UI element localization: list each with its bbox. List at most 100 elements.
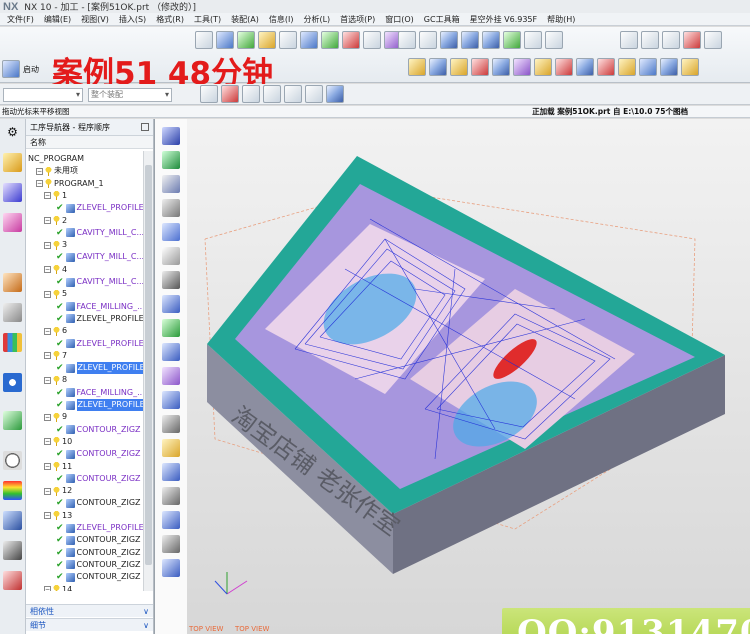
gear-icon[interactable]: ⚙ (3, 123, 22, 142)
menu-preferences[interactable]: 首选项(P) (335, 14, 380, 25)
line-icon[interactable] (620, 31, 638, 49)
wire-cube-icon[interactable] (461, 31, 479, 49)
feature-icon-3[interactable] (450, 58, 468, 76)
operation-row[interactable]: ✔ CAVITY_MILL_C... (56, 276, 144, 288)
menu-window[interactable]: 窗口(O) (380, 14, 419, 25)
menu-analysis[interactable]: 分析(L) (298, 14, 335, 25)
operation-row[interactable]: ✔ CONTOUR_ZIGZ (56, 559, 141, 571)
history-icon[interactable] (3, 411, 22, 430)
navigator-scrollbar[interactable] (143, 151, 153, 591)
expand-toggle-icon[interactable]: − (44, 266, 51, 274)
program-group-row[interactable]: −8 (44, 374, 67, 386)
sphere-icon[interactable] (503, 31, 521, 49)
operation-row[interactable]: ✔ ZLEVEL_PROFILE (56, 313, 144, 325)
dependencies-section[interactable]: 相依性 ∨ (26, 604, 153, 617)
create-tool-icon[interactable] (216, 31, 234, 49)
expand-toggle-icon[interactable]: − (44, 463, 51, 470)
create-program-icon[interactable] (195, 31, 213, 49)
expand-toggle-icon[interactable]: − (44, 290, 51, 298)
expand-toggle-icon[interactable]: − (44, 217, 51, 224)
snap-icon-7[interactable] (326, 85, 344, 103)
operation-row[interactable]: ✔ ZLEVEL_PROFILE (56, 399, 144, 411)
graphics-viewport[interactable]: 淘宝店铺 老张作室 QQ:913147075 TOP VIEW TOP VIEW (154, 119, 750, 634)
layer-icon[interactable] (545, 31, 563, 49)
create-method-icon[interactable] (258, 31, 276, 49)
clock-icon[interactable] (3, 451, 22, 470)
operation-row[interactable]: ✔ FACE_MILLING_... (56, 301, 144, 313)
operation-row[interactable]: ✔ CONTOUR_ZIGZ (56, 424, 141, 436)
create-operation-icon[interactable] (279, 31, 297, 49)
program-group-row[interactable]: −6 (44, 325, 67, 337)
feature-icon-11[interactable] (618, 58, 636, 76)
expand-toggle-icon[interactable]: − (44, 487, 51, 495)
zoom-icon[interactable] (398, 31, 416, 49)
menu-assembly[interactable]: 装配(A) (226, 14, 264, 25)
feature-icon-4[interactable] (471, 58, 489, 76)
program-group-row[interactable]: −7 (44, 350, 67, 362)
generate-toolpath-icon[interactable] (300, 31, 318, 49)
type-filter-select[interactable] (3, 88, 83, 102)
operation-row[interactable]: ✔ ZLEVEL_PROFILE (56, 338, 144, 350)
details-section[interactable]: 细节 ∨ (26, 618, 153, 631)
feature-icon-14[interactable] (681, 58, 699, 76)
tree-row[interactable]: − 未用项 (36, 165, 78, 177)
column-header-name[interactable]: 名称 (26, 136, 153, 149)
edges-cube-icon[interactable] (482, 31, 500, 49)
program-group-row[interactable]: − 10 (44, 436, 72, 448)
point-icon[interactable] (683, 31, 701, 49)
expand-toggle-icon[interactable]: − (44, 512, 51, 520)
snap-icon-3[interactable] (242, 85, 260, 103)
start-button[interactable]: 启动 (2, 58, 48, 80)
scrollbar-thumb[interactable] (145, 165, 152, 565)
operation-row[interactable]: ✔ ZLEVEL_PROFILE (56, 522, 144, 534)
expand-toggle-icon[interactable]: − (44, 438, 51, 446)
snap-icon-1[interactable] (200, 85, 218, 103)
feature-icon-8[interactable] (555, 58, 573, 76)
circle-icon[interactable] (641, 31, 659, 49)
expand-toggle-icon[interactable]: − (36, 180, 43, 188)
operation-row[interactable]: ✔ CONTOUR_ZIGZ (56, 497, 141, 509)
tree-row[interactable]: NC_PROGRAM (28, 153, 84, 165)
operation-row[interactable]: ✔ CONTOUR_ZIGZ (56, 448, 141, 460)
expand-toggle-icon[interactable]: − (36, 167, 43, 175)
create-geometry-icon[interactable] (237, 31, 255, 49)
feature-icon-5[interactable] (492, 58, 510, 76)
operation-row[interactable]: ✔ CAVITY_MILL_C... (56, 251, 144, 263)
operation-row[interactable]: ✔ CONTOUR_ZIGZ (56, 473, 141, 485)
tree-row[interactable]: − PROGRAM_1 (36, 178, 104, 190)
menu-edit[interactable]: 编辑(E) (39, 14, 76, 25)
program-group-row[interactable]: − 14 (44, 584, 72, 591)
feature-icon-9[interactable] (576, 58, 594, 76)
palette-icon[interactable] (3, 333, 22, 352)
snap-icon-2[interactable] (221, 85, 239, 103)
menu-format[interactable]: 格式(R) (151, 14, 189, 25)
menu-info[interactable]: 信息(I) (264, 14, 299, 25)
program-group-row[interactable]: − 13 (44, 510, 72, 522)
expand-toggle-icon[interactable]: − (44, 376, 51, 384)
operation-row[interactable]: ✔ CAVITY_MILL_C... (56, 227, 144, 239)
program-group-row[interactable]: −1 (44, 190, 67, 202)
expand-toggle-icon[interactable]: − (44, 192, 51, 200)
operation-row[interactable]: ✔ ZLEVEL_PROFILE (56, 202, 144, 214)
pan-icon[interactable] (419, 31, 437, 49)
tools-icon[interactable] (3, 541, 22, 560)
part-navigator-icon[interactable] (3, 273, 22, 292)
feature-icon-10[interactable] (597, 58, 615, 76)
operation-row[interactable]: ✔ CONTOUR_ZIGZ (56, 571, 141, 583)
program-group-row[interactable]: −3 (44, 239, 67, 251)
feature-icon-1[interactable] (408, 58, 426, 76)
spline-icon[interactable] (704, 31, 722, 49)
menu-file[interactable]: 文件(F) (2, 14, 39, 25)
program-group-row[interactable]: − 11 (44, 461, 72, 473)
expand-toggle-icon[interactable]: − (44, 352, 51, 360)
menu-tools[interactable]: 工具(T) (189, 14, 226, 25)
shaded-cube-icon[interactable] (440, 31, 458, 49)
program-group-row[interactable]: −9 (44, 411, 67, 423)
snap-icon-5[interactable] (284, 85, 302, 103)
mold-part-model[interactable]: 淘宝店铺 老张作室 (155, 119, 750, 634)
expand-toggle-icon[interactable]: − (44, 586, 51, 591)
program-group-row[interactable]: − 12 (44, 485, 72, 497)
menu-help[interactable]: 帮助(H) (542, 14, 580, 25)
color-scale-icon[interactable] (3, 481, 22, 500)
snap-icon-4[interactable] (263, 85, 281, 103)
